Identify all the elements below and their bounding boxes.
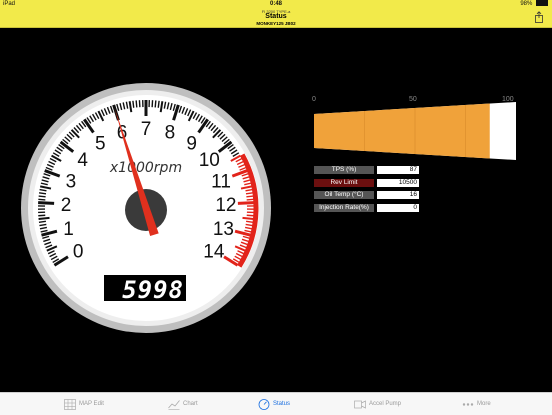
- tab-bar: MAP Edit Chart Status Accel Pump More: [0, 392, 552, 415]
- tab-chart[interactable]: Chart: [168, 393, 198, 415]
- pump-icon: [354, 399, 366, 410]
- gauge-tick: [246, 221, 253, 222]
- readout-label: Rev Limit: [314, 179, 374, 187]
- gauge-scale-label: 7: [141, 119, 152, 140]
- ios-status-bar: iPad 0:48 98%: [0, 0, 552, 8]
- gauge-scale-label: 1: [63, 219, 74, 240]
- gauge-scale-label: 5: [95, 133, 106, 154]
- tab-label: Chart: [183, 401, 198, 407]
- gauge-tick: [247, 215, 254, 216]
- readout-label: TPS (%): [314, 166, 374, 174]
- tab-accel-pump[interactable]: Accel Pump: [354, 393, 401, 415]
- tab-status[interactable]: Status: [258, 393, 290, 415]
- gauge-scale-label: 11: [211, 171, 231, 192]
- readout-value: 87: [377, 166, 419, 174]
- gauge-scale-label: 0: [73, 241, 84, 262]
- gauge-scale-label: 12: [215, 195, 236, 216]
- tab-label: MAP Edit: [79, 401, 104, 407]
- gauge-tick: [39, 221, 46, 222]
- battery-icon: [536, 0, 548, 6]
- gauge-unit-label: x1000rpm: [109, 160, 182, 176]
- bar-wedge: [314, 102, 518, 164]
- gauge-scale-label: 8: [165, 123, 176, 144]
- share-icon[interactable]: [534, 11, 544, 23]
- gauge-tick: [247, 199, 254, 200]
- gauge-tick: [136, 100, 137, 107]
- gauge-tick: [242, 218, 253, 219]
- gauge-scale-label: 2: [61, 195, 72, 216]
- gauge-scale-label: 10: [199, 150, 220, 171]
- gauge-scale-label: 14: [203, 241, 225, 262]
- readout-label: Injection Rate(%): [314, 204, 374, 212]
- chart-icon: [168, 399, 180, 410]
- gauge-tick: [38, 203, 54, 204]
- tab-map-edit[interactable]: MAP Edit: [64, 393, 104, 415]
- gauge-scale-label: 9: [186, 133, 197, 154]
- gauge-tick: [155, 100, 156, 107]
- tab-more[interactable]: More: [462, 393, 491, 415]
- bar-wedge-fill: [314, 104, 490, 159]
- battery-indicator: 98%: [520, 0, 548, 8]
- readout-value: 0: [377, 204, 419, 212]
- readout-label: Oil Temp (°C): [314, 191, 374, 199]
- page-title: Status: [0, 13, 552, 20]
- gauge-scale-label: 3: [66, 171, 77, 192]
- more-icon: [462, 399, 474, 410]
- battery-percent: 98%: [520, 1, 532, 7]
- gauge-tick: [246, 196, 253, 197]
- tachometer-gauge: 01234567891011121314 x1000rpm 5998: [0, 28, 300, 390]
- grid-icon: [64, 399, 76, 410]
- gauge-tick: [158, 101, 159, 108]
- gauge-tick: [39, 193, 46, 194]
- gauge-scale-label: 4: [77, 150, 88, 171]
- readout-value: 10500: [377, 179, 419, 187]
- navigation-bar: FI 3200 TYPE-a Status MONKEY125 JB02: [0, 8, 552, 28]
- digital-rpm-readout: 5998: [122, 276, 184, 304]
- gauge-tick: [246, 193, 253, 194]
- gauge-tick: [38, 199, 45, 200]
- gauge-tick: [39, 218, 50, 219]
- gauge-scale-label: 13: [213, 219, 234, 240]
- gauge-tick: [133, 101, 134, 108]
- gauge-icon: [258, 399, 270, 410]
- tab-label: More: [477, 401, 491, 407]
- gauge-tick: [39, 196, 46, 197]
- readout-value: 16: [377, 191, 419, 199]
- clock-label: 0:48: [0, 0, 552, 8]
- tab-label: Accel Pump: [369, 401, 401, 407]
- device-name: MONKEY125 JB02: [0, 21, 552, 26]
- gauge-tick: [238, 203, 254, 204]
- tab-label: Status: [273, 401, 290, 407]
- gauge-tick: [38, 215, 45, 216]
